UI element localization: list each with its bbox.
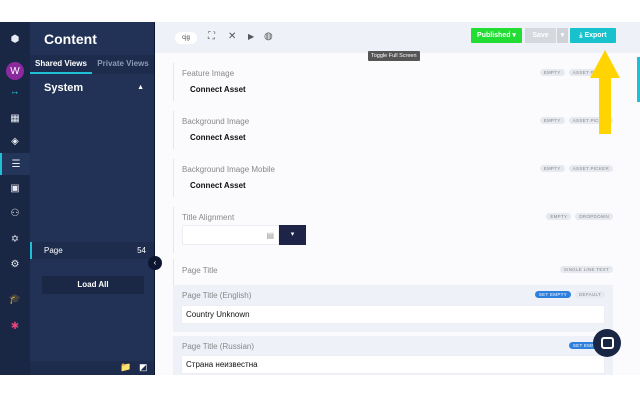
resize-icon[interactable]: ◩ <box>139 362 148 373</box>
page-title-russian-input[interactable]: Страна неизвестна <box>181 355 605 374</box>
field-page-title-english: Page Title (English) SET EMPTY DEFAULT Co… <box>173 285 613 332</box>
graphql-icon[interactable]: ✡ <box>0 228 30 250</box>
item-count: 54 <box>137 246 146 255</box>
tab-private-views[interactable]: Private Views <box>92 55 154 74</box>
webhooks-icon[interactable]: ⚇ <box>0 202 30 224</box>
badge: ASSET PICKER <box>568 165 613 172</box>
field-page-title-russian: Page Title (Russian) SET EMPTY Страна не… <box>173 336 613 375</box>
save-options-button[interactable]: ▾ <box>557 28 568 43</box>
field-background-image-mobile: Background Image Mobile Connect Asset EM… <box>173 159 613 197</box>
dropdown-button[interactable]: ▾ <box>279 225 306 245</box>
group-system[interactable]: System <box>44 82 83 94</box>
load-all-button[interactable]: Load All <box>42 276 144 294</box>
icon-rail: ⬢ W ↦ ▦ ◈ ☰ ▣ ⚇ ✡ ⚙ 🎓 ✱ <box>0 22 30 375</box>
badge: EMPTY <box>546 213 572 220</box>
app: ⬢ W ↦ ▦ ◈ ☰ ▣ ⚇ ✡ ⚙ 🎓 ✱ Content Shared V… <box>0 22 640 375</box>
chat-button[interactable] <box>593 329 621 357</box>
locale-pill[interactable]: cjg <box>175 32 197 44</box>
field-title-alignment: Title Alignment ▤ ▾ EMPTY DROPDOWN <box>173 207 613 253</box>
content-sidebar: Content Shared Views Private Views Syste… <box>30 22 155 375</box>
entry-form: Feature Image Connect Asset EMPTY ASSET P… <box>155 53 635 375</box>
dashboard-icon[interactable]: ▦ <box>0 107 30 129</box>
sidebar-footer: 📁 ◩ <box>30 361 154 375</box>
field-page-title: Page Title SINGLE LINE TEXT <box>173 259 613 285</box>
layers-icon[interactable]: ◈ <box>0 130 30 152</box>
badge: DROPDOWN <box>575 213 613 220</box>
academy-icon[interactable]: 🎓 <box>0 288 30 310</box>
badge: EMPTY <box>539 165 565 172</box>
tooltip: Toggle Full Screen <box>368 51 420 61</box>
page-title-english-input[interactable]: Country Unknown <box>181 305 605 324</box>
badge: EMPTY <box>539 117 565 124</box>
save-button[interactable]: Save <box>525 28 556 43</box>
connect-asset-link[interactable]: Connect Asset <box>190 133 246 142</box>
toolbar: cjg ⛶ ✕ ▶ ◍ Published ▾ Save ▾ ⤓ Export <box>155 22 640 53</box>
export-button[interactable]: ⤓ Export <box>570 28 616 43</box>
collapse-sidebar-button[interactable]: ‹ <box>148 256 162 270</box>
globe-icon[interactable]: ◍ <box>264 31 273 42</box>
new-folder-icon[interactable]: 📁 <box>120 362 131 373</box>
item-label: Page <box>44 246 63 255</box>
expand-icon[interactable]: ↦ <box>0 82 30 104</box>
slack-icon[interactable]: ✱ <box>0 315 30 337</box>
field-background-image: Background Image Connect Asset EMPTY ASSE… <box>173 111 613 149</box>
chat-icon <box>600 337 614 349</box>
badge: SINGLE LINE TEXT <box>559 266 613 273</box>
connect-asset-link[interactable]: Connect Asset <box>190 85 246 94</box>
logo-icon[interactable]: ⬢ <box>0 26 30 52</box>
title-alignment-select[interactable]: ▤ <box>182 225 279 245</box>
tab-shared-views[interactable]: Shared Views <box>30 55 92 74</box>
avatar[interactable]: W <box>0 60 30 82</box>
published-button[interactable]: Published ▾ <box>471 28 522 43</box>
fullscreen-icon[interactable]: ⛶ <box>208 31 215 42</box>
set-empty-button[interactable]: SET EMPTY <box>534 291 571 298</box>
content-icon[interactable]: ☰ <box>0 153 30 175</box>
badge: EMPTY <box>539 69 565 76</box>
close-icon[interactable]: ✕ <box>228 31 236 42</box>
connect-asset-link[interactable]: Connect Asset <box>190 181 246 190</box>
play-icon[interactable]: ▶ <box>248 32 254 41</box>
badge: DEFAULT <box>574 291 605 298</box>
sidebar-title: Content <box>44 31 97 47</box>
settings-icon[interactable]: ⚙ <box>0 253 30 275</box>
field-feature-image: Feature Image Connect Asset EMPTY ASSET P… <box>173 63 613 101</box>
arrow-annotation-icon <box>590 50 620 134</box>
sidebar-item-page[interactable]: Page 54 <box>30 242 154 259</box>
assets-icon[interactable]: ▣ <box>0 177 30 199</box>
caret-up-icon[interactable]: ▲ <box>137 84 144 91</box>
